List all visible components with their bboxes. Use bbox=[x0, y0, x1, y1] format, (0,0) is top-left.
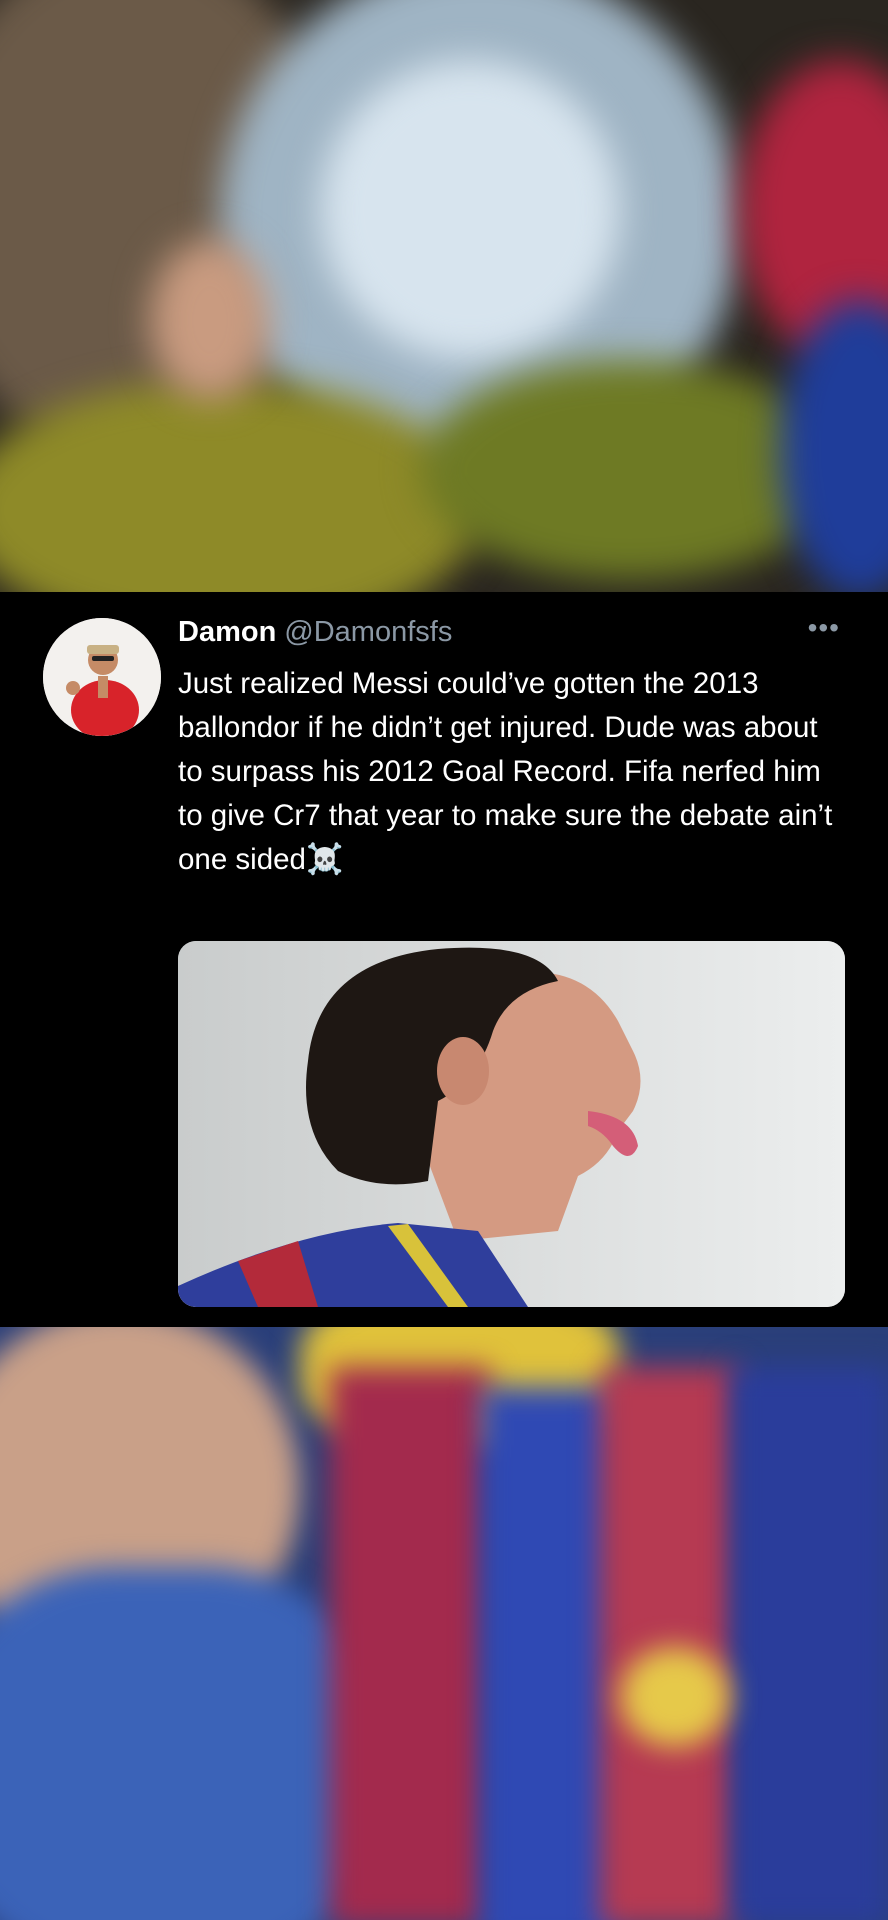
tweet-card: Damon @Damonfsfs ••• Just realized Messi … bbox=[0, 592, 888, 1327]
tweet-body: Just realized Messi could’ve gotten the … bbox=[178, 667, 833, 876]
messi-photo bbox=[178, 941, 845, 1307]
display-name[interactable]: Damon bbox=[178, 616, 276, 648]
tweet-media-image[interactable] bbox=[178, 941, 845, 1307]
avatar[interactable] bbox=[43, 618, 161, 736]
tweet-text: Just realized Messi could’ve gotten the … bbox=[178, 662, 838, 882]
more-options-icon[interactable]: ••• bbox=[808, 612, 840, 644]
user-handle[interactable]: @Damonfsfs bbox=[284, 616, 452, 648]
tweet-header: Damon @Damonfsfs bbox=[178, 616, 452, 649]
trophy-photo bbox=[0, 0, 888, 592]
profile-photo-icon bbox=[43, 618, 161, 736]
celebration-photo bbox=[0, 1327, 888, 1920]
skull-crossbones-icon: ☠️ bbox=[305, 843, 344, 876]
